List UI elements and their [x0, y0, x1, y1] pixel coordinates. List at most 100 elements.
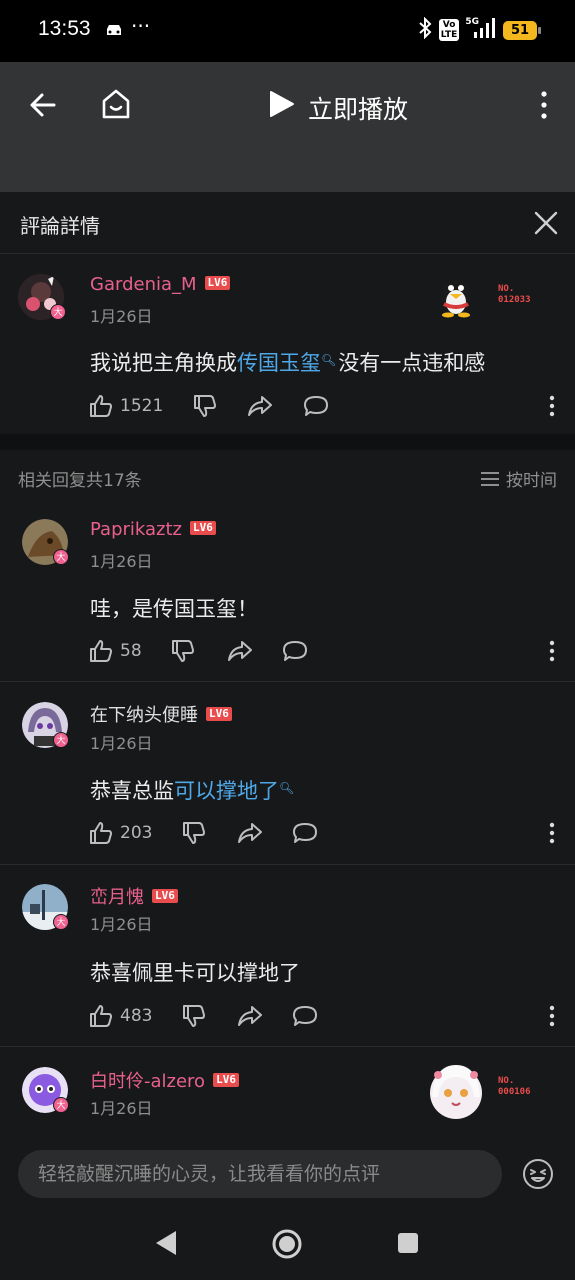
comment-detail-bar: 評論詳情	[0, 192, 575, 254]
reply-button[interactable]	[302, 393, 330, 419]
username-text[interactable]: 在下纳头便睡	[90, 705, 198, 726]
avatar-badge: 大	[53, 549, 69, 565]
nav-recents-icon[interactable]	[396, 1231, 420, 1259]
search-magnifier-icon: 🔍︎	[279, 781, 295, 795]
status-time: 13:53	[38, 17, 91, 40]
more-vertical-icon[interactable]	[538, 90, 550, 124]
thumb-up-icon	[90, 640, 112, 662]
more-vertical-icon[interactable]	[548, 395, 556, 421]
thumb-up-icon	[90, 1005, 112, 1027]
comment-actions: 58	[88, 638, 558, 666]
chat-bubble-icon	[283, 641, 307, 661]
play-now-button[interactable]: 立即播放	[308, 90, 408, 126]
home-icon[interactable]	[100, 87, 132, 125]
username-text[interactable]: 峦月愧	[90, 887, 144, 908]
nav-home-icon[interactable]	[271, 1228, 303, 1264]
level-badge: LV6	[206, 707, 232, 721]
comment-input-bar: 轻轻敲醒沉睡的心灵，让我看看你的点评	[0, 1140, 575, 1212]
share-button[interactable]	[226, 638, 254, 664]
thumb-up-icon	[90, 395, 112, 417]
status-more-dots: ···	[131, 14, 151, 38]
chat-bubble-icon	[304, 396, 328, 416]
thumb-down-icon	[172, 640, 194, 662]
share-icon	[228, 641, 252, 661]
detail-title: 評論詳情	[20, 214, 100, 238]
thumb-down-icon	[183, 1005, 205, 1027]
username[interactable]: 在下纳头便睡 LV6	[90, 701, 232, 727]
comment-date: 1月26日	[90, 915, 153, 934]
share-button[interactable]	[236, 1003, 264, 1029]
search-magnifier-icon: 🔍︎	[321, 353, 337, 367]
level-badge: LV6	[213, 1073, 239, 1087]
sort-button[interactable]: 按时间	[480, 466, 557, 491]
like-button[interactable]: 483	[88, 1003, 152, 1029]
close-icon[interactable]	[533, 210, 559, 240]
comment-text: 恭喜佩里卡可以撑地了	[90, 961, 300, 985]
like-count: 203	[120, 823, 153, 843]
dislike-button[interactable]	[181, 820, 207, 846]
avatar-badge: 大	[53, 732, 69, 748]
like-button[interactable]: 58	[88, 638, 142, 664]
thumb-down-icon	[183, 822, 205, 844]
reply-button[interactable]	[291, 1003, 319, 1029]
chat-bubble-icon	[293, 823, 317, 843]
username-text[interactable]: Paprikaztz	[90, 519, 182, 540]
section-divider	[0, 434, 575, 450]
more-vertical-icon[interactable]	[548, 1005, 556, 1031]
avatar-badge: 大	[53, 914, 69, 930]
share-button[interactable]	[236, 820, 264, 846]
more-vertical-icon[interactable]	[548, 822, 556, 848]
bluetooth-icon	[417, 16, 433, 43]
username[interactable]: 峦月愧 LV6	[90, 883, 178, 909]
like-count: 1521	[120, 396, 164, 416]
reply-item: 大 峦月愧 LV6 1月26日 恭喜佩里卡可以撑地了 483	[0, 865, 575, 1046]
share-icon	[238, 823, 262, 843]
volte-badge: Vo LTE	[438, 19, 460, 41]
sort-list-icon	[481, 471, 499, 486]
comment-actions: 483	[88, 1003, 558, 1031]
comment-date: 1月26日	[90, 1099, 153, 1118]
comment-date: 1月26日	[90, 552, 153, 571]
like-button[interactable]: 1521	[88, 393, 163, 419]
username[interactable]: 白时伶-alzero LV6	[90, 1067, 239, 1093]
chat-bubble-icon	[293, 1006, 317, 1026]
like-button[interactable]: 203	[88, 820, 152, 846]
comment-text: 恭喜总监可以撑地了🔍︎	[90, 775, 296, 805]
username[interactable]: Gardenia_M LV6	[90, 274, 231, 295]
dislike-button[interactable]	[181, 1003, 207, 1029]
like-count: 483	[120, 1006, 153, 1026]
search-link[interactable]: 可以撑地了	[174, 779, 279, 803]
username[interactable]: Paprikaztz LV6	[90, 519, 216, 540]
search-link[interactable]: 传国玉玺	[237, 351, 321, 375]
reply-item: 大 Paprikaztz LV6 1月26日 哇，是传国玉玺！ 58	[0, 504, 575, 680]
share-icon	[238, 1006, 262, 1026]
comment-input[interactable]: 轻轻敲醒沉睡的心灵，让我看看你的点评	[18, 1150, 502, 1198]
play-icon[interactable]	[266, 89, 296, 123]
comment-date: 1月26日	[90, 734, 153, 753]
fan-number-card: NO. 000106	[498, 1076, 531, 1098]
comment-text-part: 恭喜总监	[90, 779, 174, 803]
share-icon	[248, 396, 272, 416]
network-type: 5G	[465, 17, 479, 27]
reply-item: 大 在下纳头便睡 LV6 1月26日 恭喜总监可以撑地了🔍︎ 203	[0, 682, 575, 863]
avatar-badge: 大	[53, 1097, 69, 1113]
reply-button[interactable]	[281, 638, 309, 664]
video-header: 立即播放	[0, 62, 575, 192]
comment-text-part: 我说把主角换成	[90, 351, 237, 375]
sort-label: 按时间	[506, 471, 557, 491]
car-icon	[104, 22, 124, 41]
share-button[interactable]	[246, 393, 274, 419]
dislike-button[interactable]	[192, 393, 218, 419]
nav-back-icon[interactable]	[152, 1228, 180, 1262]
reply-button[interactable]	[291, 820, 319, 846]
more-vertical-icon[interactable]	[548, 640, 556, 666]
reply-item: 大 白时伶-alzero LV6 1月26日 NO. 000106	[0, 1047, 575, 1140]
emoji-icon[interactable]	[522, 1158, 554, 1194]
dislike-button[interactable]	[170, 638, 196, 664]
username-text[interactable]: Gardenia_M	[90, 274, 197, 295]
back-arrow-icon[interactable]	[28, 90, 58, 124]
level-badge: LV6	[152, 889, 178, 903]
thumb-up-icon	[90, 822, 112, 844]
fan-number: 000106	[498, 1087, 531, 1097]
username-text[interactable]: 白时伶-alzero	[90, 1071, 205, 1092]
